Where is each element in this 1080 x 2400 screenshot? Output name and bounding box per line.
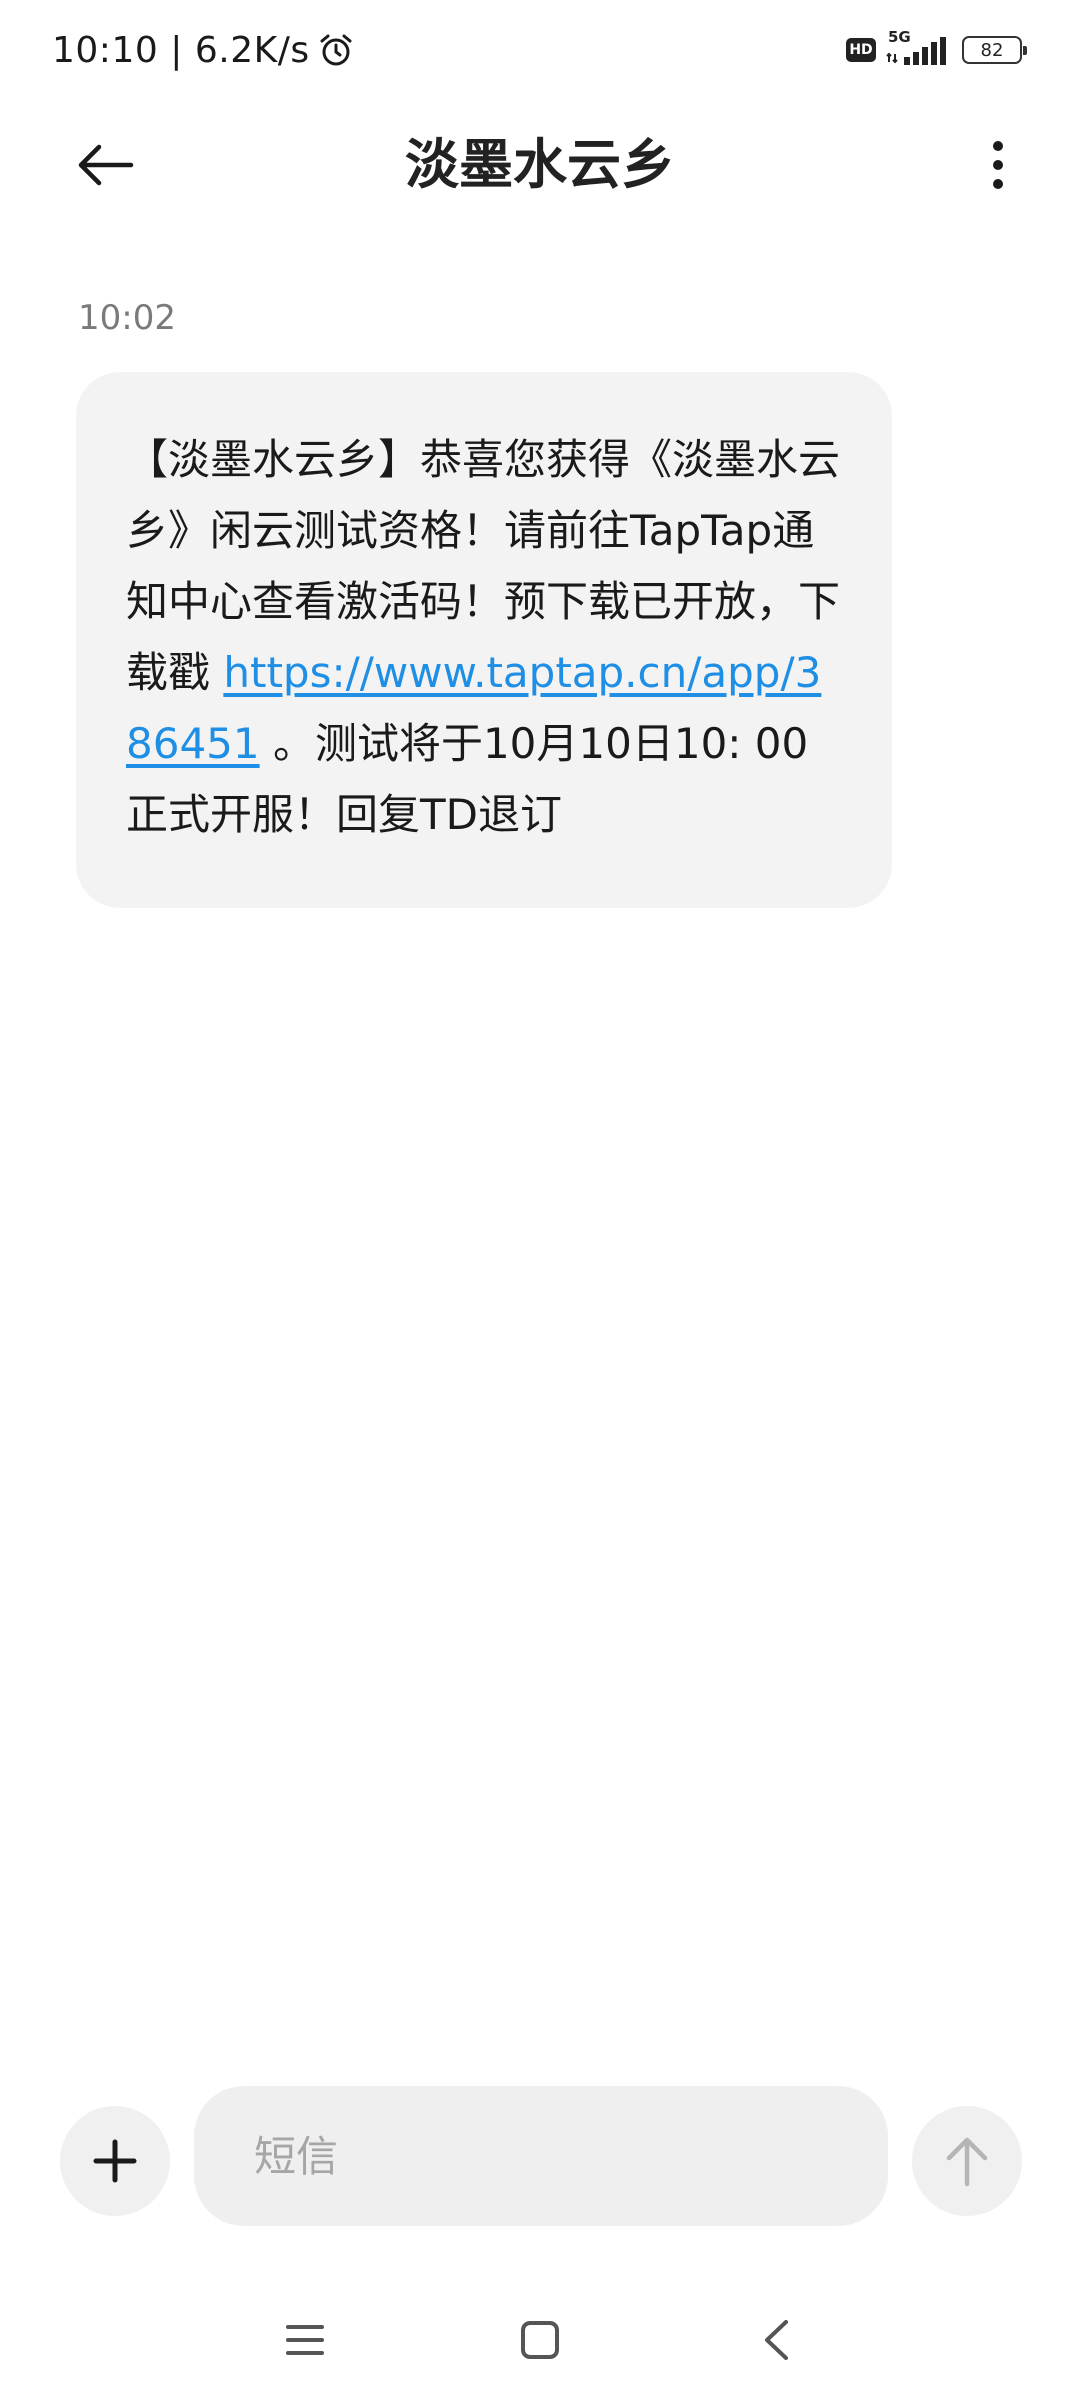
conversation-header: 淡墨水云乡 [0, 110, 1080, 220]
more-vertical-icon [993, 141, 1003, 189]
hd-badge: HD [846, 38, 876, 62]
chevron-left-icon [765, 2320, 788, 2360]
square-home-icon [521, 2321, 559, 2359]
status-separator: | [170, 29, 183, 71]
attach-button[interactable] [60, 2106, 170, 2216]
home-button[interactable] [500, 2310, 580, 2370]
recent-apps-button[interactable] [265, 2310, 345, 2370]
compose-bar [0, 2086, 1080, 2226]
page-title: 淡墨水云乡 [405, 133, 675, 196]
plus-icon [93, 2139, 137, 2183]
status-left: 10:10 | 6.2K/s [52, 26, 354, 74]
menu-icon [286, 2325, 324, 2355]
alarm-clock-icon [318, 32, 354, 68]
message-input[interactable] [194, 2086, 888, 2226]
arrow-left-icon [78, 144, 134, 186]
battery-icon: 82 [962, 36, 1027, 64]
signal-strength-icon: 5G [886, 28, 948, 68]
message-timestamp: 10:02 [78, 298, 176, 338]
back-button[interactable] [70, 134, 140, 196]
battery-level: 82 [980, 39, 1004, 61]
send-button[interactable] [912, 2106, 1022, 2216]
arrow-up-icon [946, 2137, 988, 2187]
more-options-button[interactable] [968, 134, 1028, 196]
status-right: HD 5G 82 [846, 28, 1027, 70]
status-net-speed: 6.2K/s [194, 29, 310, 71]
message-bubble[interactable]: 【淡墨水云乡】恭喜您获得《淡墨水云乡》闲云测试资格！请前往TapTap通知中心查… [76, 372, 892, 908]
system-navigation-bar [0, 2300, 1080, 2380]
nav-back-button[interactable] [736, 2310, 816, 2370]
status-bar: 10:10 | 6.2K/s HD 5G 82 [0, 0, 1080, 100]
status-time: 10:10 [52, 29, 159, 71]
